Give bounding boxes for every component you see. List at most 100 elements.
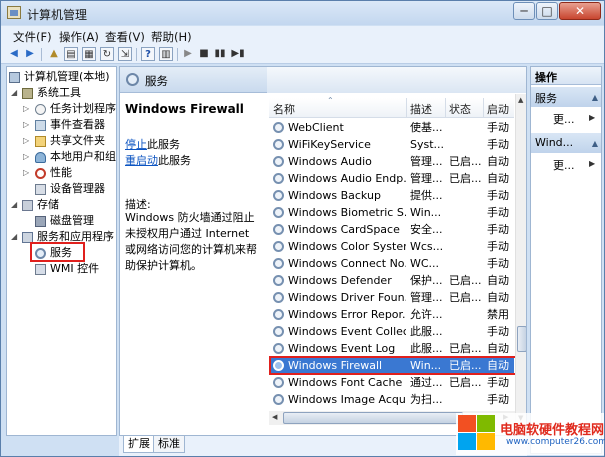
service-name-cell: Windows Driver Foun... [288, 291, 406, 304]
service-row[interactable]: Windows Audio 管理... 已启... 自动 [269, 153, 514, 170]
submenu-arrow-icon: ▶ [589, 113, 596, 122]
service-gear-icon [273, 139, 284, 150]
up-folder-icon[interactable]: ▲ [47, 47, 61, 61]
column-header-startup-type[interactable]: 启动 [487, 101, 509, 117]
title-bar[interactable]: 计算机管理 ─ □ ✕ [1, 1, 604, 25]
horizontal-scroll-thumb[interactable] [283, 412, 463, 424]
service-gear-icon [273, 377, 284, 388]
service-description-cell: Win... [410, 206, 442, 219]
service-gear-icon [273, 258, 284, 269]
close-button[interactable]: ✕ [559, 2, 601, 20]
service-row[interactable]: Windows Biometric S... Win... 手动 [269, 204, 514, 221]
menu-file[interactable]: 文件(F) [13, 29, 52, 45]
column-header-name[interactable]: 名称 [273, 101, 295, 117]
column-divider[interactable] [483, 98, 484, 118]
service-gear-icon [273, 224, 284, 235]
forward-icon[interactable]: ▶ [23, 47, 37, 61]
tab-extended[interactable]: 扩展 [123, 436, 155, 453]
expand-arrow-icon[interactable]: ▷ [23, 117, 29, 133]
menu-action[interactable]: 操作(A) [59, 29, 99, 45]
service-row[interactable]: Windows Color System Wcs... 手动 [269, 238, 514, 255]
service-description-cell: 安全... [410, 223, 443, 236]
service-row[interactable]: WebClient 使基... 手动 [269, 119, 514, 136]
properties-icon[interactable]: ▦ [82, 47, 96, 61]
minimize-button[interactable]: ─ [513, 2, 535, 20]
toolbar-separator [41, 48, 42, 61]
stop-service-link[interactable]: 停止 [125, 138, 147, 151]
stop-service-icon[interactable]: ■ [197, 47, 211, 61]
show-tree-icon[interactable]: ▤ [64, 47, 78, 61]
column-divider[interactable] [445, 98, 446, 118]
export-list-icon[interactable]: ⇲ [118, 47, 132, 61]
service-row[interactable]: Windows Defender 保护... 已启... 自动 [269, 272, 514, 289]
expand-arrow-icon[interactable]: ▷ [23, 133, 29, 149]
service-startup-cell: 禁用 [487, 308, 509, 321]
service-description-cell: 此服... [410, 342, 443, 355]
disk-icon [35, 216, 46, 227]
service-row[interactable]: Windows Error Repor... 允许... 禁用 [269, 306, 514, 323]
collapse-arrow-icon[interactable]: ◢ [11, 229, 17, 245]
expand-arrow-icon[interactable]: ▷ [23, 149, 29, 165]
collapse-section-icon[interactable]: ▲ [592, 93, 598, 102]
restart-service-icon[interactable]: ▶▮ [231, 47, 245, 61]
service-startup-cell: 自动 [487, 274, 509, 287]
logo-quadrant-yellow [477, 433, 495, 450]
actions-section-firewall-label: Wind... [535, 136, 574, 149]
service-name-cell: Windows Audio Endp... [288, 172, 406, 185]
menu-help[interactable]: 帮助(H) [151, 29, 192, 45]
collapse-arrow-icon[interactable]: ◢ [11, 85, 17, 101]
menu-view[interactable]: 查看(V) [105, 29, 145, 45]
actions-section-windows-firewall[interactable]: Wind... ▲ [531, 133, 601, 153]
services-header: 服务 [120, 67, 526, 93]
scroll-up-arrow-icon[interactable]: ▲ [518, 96, 523, 104]
collapse-section-icon[interactable]: ▲ [592, 139, 598, 148]
maximize-button[interactable]: □ [536, 2, 558, 20]
computer-icon [9, 72, 20, 83]
service-description-cell: 通过... [410, 376, 443, 389]
service-row[interactable]: Windows Connect No... WC... 手动 [269, 255, 514, 272]
service-gear-icon [273, 275, 284, 286]
vertical-scroll-thumb[interactable] [517, 326, 526, 352]
collapse-arrow-icon[interactable]: ◢ [11, 197, 17, 213]
pause-service-icon[interactable]: ▮▮ [213, 47, 227, 61]
refresh-icon[interactable]: ↻ [100, 47, 114, 61]
expand-arrow-icon[interactable]: ▷ [23, 101, 29, 117]
actions-section-services[interactable]: 服务 ▲ [531, 87, 601, 107]
show-action-pane-icon[interactable]: ▥ [159, 47, 173, 61]
service-gear-icon [273, 122, 284, 133]
restart-service-link[interactable]: 重启动 [125, 154, 158, 167]
service-gear-icon [273, 156, 284, 167]
service-row[interactable]: Windows Font Cache ... 通过... 已启... 手动 [269, 374, 514, 391]
column-header-status[interactable]: 状态 [449, 101, 471, 117]
tools-icon [22, 88, 33, 99]
column-header-description[interactable]: 描述 [410, 101, 432, 117]
more-actions-link[interactable]: 更... [553, 111, 575, 127]
performance-icon [35, 168, 46, 179]
services-highlight-box [30, 242, 85, 262]
start-service-icon[interactable]: ▶ [181, 47, 195, 61]
stop-service-suffix: 此服务 [147, 138, 180, 151]
service-row[interactable]: WiFiKeyService Syst... 手动 [269, 136, 514, 153]
vertical-scrollbar[interactable]: ▲ ▼ [515, 94, 526, 425]
service-startup-cell: 自动 [487, 342, 509, 355]
more-actions-link[interactable]: 更... [553, 157, 575, 173]
service-row[interactable]: Windows Audio Endp... 管理... 已启... 自动 [269, 170, 514, 187]
column-divider[interactable] [406, 98, 407, 118]
help-icon[interactable]: ? [141, 47, 155, 61]
scroll-left-arrow-icon[interactable]: ◀ [272, 413, 277, 421]
folder-icon [35, 136, 46, 147]
service-row[interactable]: Windows Event Collec... 此服... 手动 [269, 323, 514, 340]
service-startup-cell: 手动 [487, 121, 509, 134]
service-row[interactable]: Windows Backup 提供... 手动 [269, 187, 514, 204]
wmi-icon [35, 264, 46, 275]
service-name-cell: Windows Event Collec... [288, 325, 406, 338]
back-icon[interactable]: ◀ [7, 47, 21, 61]
service-row[interactable]: Windows Image Acqu... 为扫... 手动 [269, 391, 514, 408]
service-description-cell: 为扫... [410, 393, 443, 406]
service-row[interactable]: Windows Event Log 此服... 已启... 自动 [269, 340, 514, 357]
service-row[interactable]: Windows Driver Foun... 管理... 已启... 自动 [269, 289, 514, 306]
tab-standard[interactable]: 标准 [153, 436, 185, 453]
service-name-cell: Windows Connect No... [288, 257, 406, 270]
service-row[interactable]: Windows CardSpace 安全... 手动 [269, 221, 514, 238]
expand-arrow-icon[interactable]: ▷ [23, 165, 29, 181]
